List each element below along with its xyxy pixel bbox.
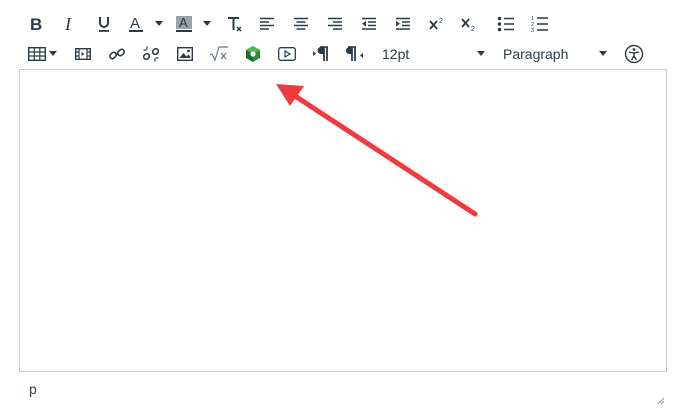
- underline-icon: [99, 17, 109, 32]
- block-format-value: Paragraph: [503, 46, 569, 62]
- chevron-down-icon: [49, 51, 57, 56]
- table-icon: [28, 47, 46, 61]
- paragraph-rtl-icon: [346, 46, 363, 61]
- align-center-button[interactable]: [289, 11, 313, 37]
- font-size-value: 12pt: [382, 46, 410, 62]
- svg-text:2: 2: [471, 26, 475, 32]
- subscript-button[interactable]: 2: [457, 11, 481, 37]
- align-left-icon: [260, 17, 274, 30]
- text-color-icon: A: [129, 15, 143, 32]
- accessibility-icon: [624, 44, 644, 64]
- image-icon: [177, 47, 193, 61]
- outdent-button[interactable]: [357, 11, 381, 37]
- accessibility-checker-button[interactable]: [622, 41, 646, 67]
- italic-icon: I: [64, 16, 72, 32]
- editor-content-area[interactable]: [19, 69, 667, 372]
- insert-link-button[interactable]: [105, 41, 129, 67]
- underline-button[interactable]: [92, 11, 116, 37]
- align-right-icon: [328, 17, 342, 30]
- film-icon: [75, 48, 91, 60]
- kaltura-logo-icon: [246, 46, 260, 62]
- insert-math-button[interactable]: [207, 41, 231, 67]
- subscript-icon: 2: [461, 18, 475, 32]
- outdent-icon: [362, 17, 376, 30]
- unlink-icon: [142, 46, 160, 62]
- table-dropdown[interactable]: [47, 41, 59, 67]
- chevron-down-icon: [477, 51, 485, 56]
- svg-text:2: 2: [439, 18, 443, 25]
- superscript-button[interactable]: 2: [425, 11, 449, 37]
- clear-formatting-button[interactable]: [222, 11, 246, 37]
- italic-button[interactable]: I: [58, 11, 82, 37]
- svg-text:A: A: [130, 15, 140, 32]
- insert-image-button[interactable]: [173, 41, 197, 67]
- insert-media-button[interactable]: [71, 41, 95, 67]
- kaltura-media-button[interactable]: [241, 41, 265, 67]
- element-path[interactable]: p: [29, 381, 37, 397]
- block-format-select[interactable]: Paragraph: [498, 41, 610, 67]
- paragraph-ltr-icon: [313, 46, 328, 61]
- bullet-list-button[interactable]: [494, 11, 518, 37]
- align-center-icon: [294, 17, 308, 30]
- chevron-down-icon: [203, 21, 211, 26]
- svg-text:A: A: [179, 15, 188, 30]
- resize-handle-icon[interactable]: [655, 395, 665, 405]
- background-color-button[interactable]: A: [172, 11, 196, 37]
- font-size-select[interactable]: 12pt: [376, 41, 494, 67]
- indent-icon: [396, 17, 410, 30]
- text-color-button[interactable]: A: [124, 11, 148, 37]
- background-color-icon: A: [176, 15, 192, 32]
- chevron-down-icon: [155, 21, 163, 26]
- svg-text:B: B: [30, 16, 42, 32]
- bullet-list-icon: [497, 16, 514, 32]
- svg-text:I: I: [64, 16, 72, 32]
- play-video-icon: [278, 47, 296, 61]
- background-color-dropdown[interactable]: [200, 11, 214, 37]
- align-left-button[interactable]: [255, 11, 279, 37]
- indent-button[interactable]: [391, 11, 415, 37]
- bold-button[interactable]: B: [24, 11, 48, 37]
- link-icon: [108, 48, 126, 60]
- bold-icon: B: [30, 16, 42, 32]
- embed-video-button[interactable]: [275, 41, 299, 67]
- table-button[interactable]: [26, 41, 48, 67]
- numbered-list-button[interactable]: 123: [528, 11, 552, 37]
- rtl-direction-button[interactable]: [343, 41, 367, 67]
- align-right-button[interactable]: [323, 11, 347, 37]
- superscript-icon: 2: [429, 18, 443, 30]
- square-root-icon: [209, 46, 228, 62]
- ltr-direction-button[interactable]: [309, 41, 333, 67]
- remove-link-button[interactable]: [139, 41, 163, 67]
- numbered-list-icon: 123: [531, 16, 548, 33]
- chevron-down-icon: [599, 51, 607, 56]
- svg-text:3: 3: [531, 28, 534, 33]
- text-color-dropdown[interactable]: [152, 11, 166, 37]
- clear-formatting-icon: [228, 17, 242, 32]
